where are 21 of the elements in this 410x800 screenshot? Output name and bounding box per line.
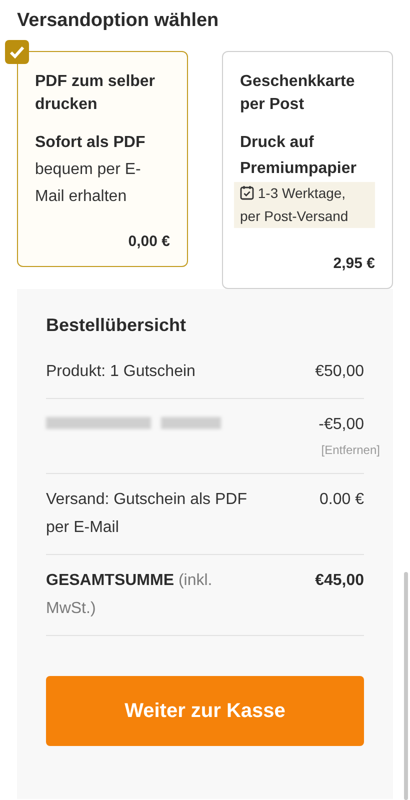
option-subtitle: Druck auf Premiumpapier — [240, 133, 358, 179]
option-title: PDF zum selber drucken — [35, 72, 156, 115]
summary-title: Bestellübersicht — [46, 315, 188, 336]
option-title: Geschenkkarte per Post — [240, 72, 356, 115]
scrollbar[interactable] — [404, 572, 408, 800]
delivery-note: 1-3 Werktage, per Post-Versand — [234, 182, 375, 228]
option-card[interactable]: Geschenkkarte per Post Druck auf Premiumpapier 1-3 Werktage, per Post-Versand 2,95 € — [222, 51, 393, 289]
line-item-amount: -€5,00 — [318, 415, 364, 435]
line-item-label: Produkt: 1 Gutschein — [46, 362, 196, 382]
line-item-amount: 0.00 € — [320, 490, 364, 510]
option-description: bequem per E-Mail erhalten — [35, 160, 142, 207]
total-label: GESAMTSUMME (inkl. MwSt.) — [46, 571, 214, 619]
option-card[interactable]: PDF zum selber drucken Sofort als PDF bequem per E-Mail erhalten 0,00 € — [17, 51, 188, 267]
option-subtitle: Sofort als PDF — [35, 133, 146, 153]
calendar-icon — [240, 185, 254, 200]
total-amount: €45,00 — [315, 571, 364, 591]
option-price: 2,95 € — [332, 254, 375, 272]
section-heading: Versandoption wählen — [16, 9, 220, 33]
line-item-amount: €50,00 — [315, 362, 364, 382]
option-price: 0,00 € — [127, 232, 170, 250]
line-item-label: Versand: Gutschein als PDF per E-Mail — [46, 490, 248, 538]
